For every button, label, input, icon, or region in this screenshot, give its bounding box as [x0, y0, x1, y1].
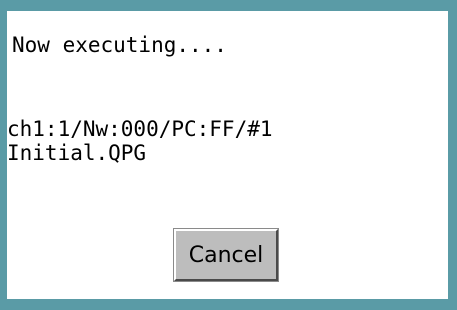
cancel-button[interactable]: Cancel [173, 228, 279, 282]
file-name: Initial.QPG [7, 141, 147, 165]
status-message: Now executing.... [12, 33, 227, 57]
executing-dialog: Now executing.... ch1:1/Nw:000/PC:FF/#1 … [0, 0, 457, 310]
connection-path: ch1:1/Nw:000/PC:FF/#1 [7, 117, 273, 141]
